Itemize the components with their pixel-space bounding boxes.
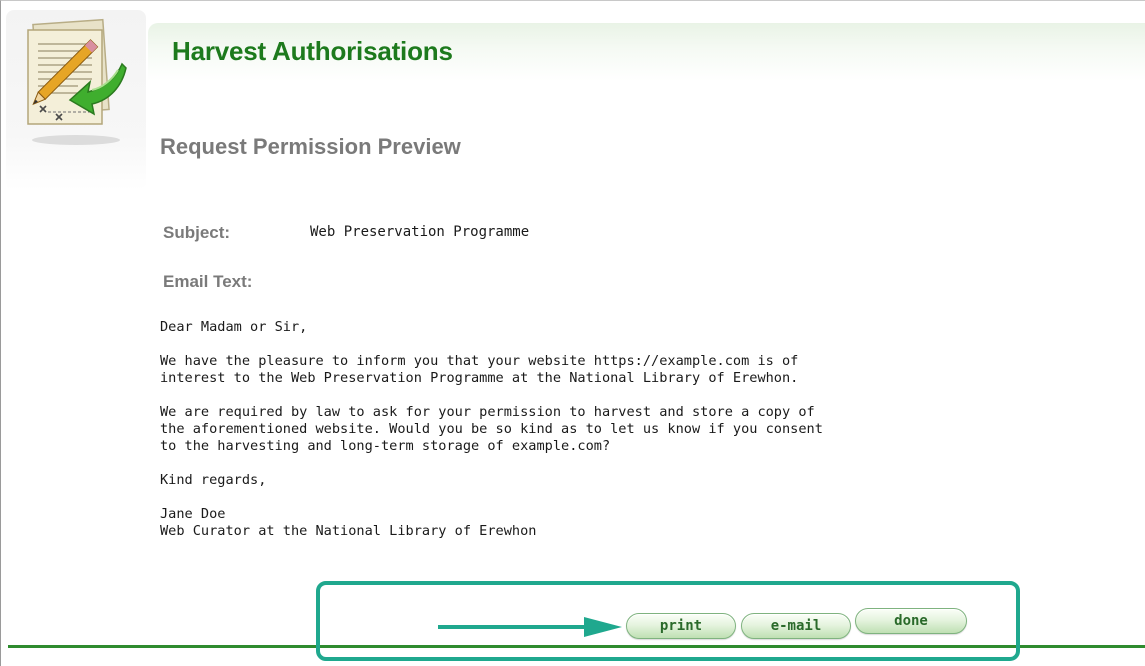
document-pencil-arrow-icon xyxy=(27,18,127,145)
email-signature-name: Jane Doe xyxy=(160,506,226,522)
email-closing: Kind regards, xyxy=(160,472,267,488)
subject-value: Web Preservation Programme xyxy=(310,224,530,240)
email-greeting: Dear Madam or Sir, xyxy=(160,319,308,335)
arrow-right-icon xyxy=(438,617,622,637)
subject-label: Subject: xyxy=(163,223,231,242)
email-paragraph-2-line-3: to the harvesting and long-term storage … xyxy=(160,438,611,454)
page-subtitle: Request Permission Preview xyxy=(160,134,461,159)
email-paragraph-1-line-1: We have the pleasure to inform you that … xyxy=(160,353,799,369)
email-text-label: Email Text: xyxy=(163,272,253,291)
email-paragraph-2-line-1: We are required by law to ask for your p… xyxy=(160,404,815,420)
email-body-preview: Dear Madam or Sir, We have the pleasure … xyxy=(160,319,980,540)
page-title: Harvest Authorisations xyxy=(172,36,453,66)
icon-panel xyxy=(6,10,146,190)
email-paragraph-2-line-2: the aforementioned website. Would you be… xyxy=(160,421,823,437)
email-signature-title: Web Curator at the National Library of E… xyxy=(160,523,537,539)
annotation-highlight-box xyxy=(316,581,1020,661)
email-paragraph-1-line-2: interest to the Web Preservation Program… xyxy=(160,370,799,386)
